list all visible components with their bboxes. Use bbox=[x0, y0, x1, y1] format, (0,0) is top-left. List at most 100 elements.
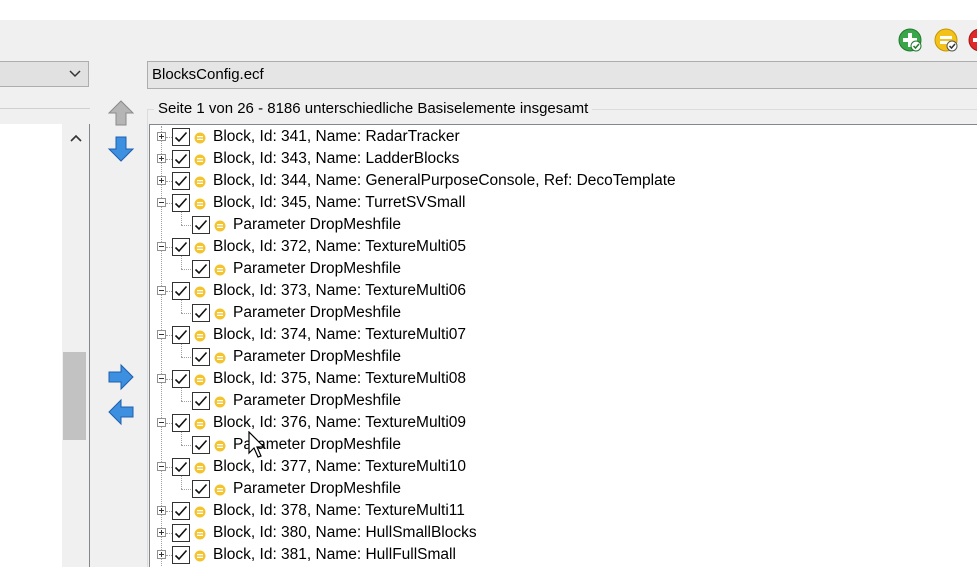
node-checkbox[interactable] bbox=[192, 304, 210, 322]
node-checkbox[interactable] bbox=[192, 436, 210, 454]
chevron-down-icon bbox=[69, 70, 81, 78]
node-label: Parameter DropMeshfile bbox=[233, 480, 401, 497]
element-status-icon bbox=[214, 483, 226, 496]
node-label: Block, Id: 341, Name: RadarTracker bbox=[213, 128, 460, 145]
tree-node-block[interactable]: Block, Id: 378, Name: TextureMulti11 bbox=[150, 500, 977, 522]
element-status-icon bbox=[194, 329, 206, 342]
blocks-tree[interactable]: Block, Id: 341, Name: RadarTracker Block,… bbox=[149, 124, 977, 567]
move-left-arrow-icon[interactable] bbox=[106, 397, 136, 427]
move-right-arrow-icon[interactable] bbox=[106, 362, 136, 392]
element-status-icon bbox=[214, 439, 226, 452]
move-up-arrow-icon[interactable] bbox=[106, 98, 136, 128]
node-checkbox[interactable] bbox=[172, 172, 190, 190]
tree-node-block[interactable]: Block, Id: 344, Name: GeneralPurposeCons… bbox=[150, 170, 977, 192]
node-label: Block, Id: 345, Name: TurretSVSmall bbox=[213, 194, 466, 211]
tree-node-block[interactable]: Block, Id: 341, Name: RadarTracker bbox=[150, 126, 977, 148]
tree-node-block[interactable]: Block, Id: 376, Name: TextureMulti09 bbox=[150, 412, 977, 445]
expand-toggle-icon[interactable] bbox=[157, 132, 166, 141]
node-label: Block, Id: 377, Name: TextureMulti10 bbox=[213, 458, 467, 475]
tree-connector bbox=[181, 225, 191, 226]
tree-node-block[interactable]: Block, Id: 380, Name: HullSmallBlocks bbox=[150, 522, 977, 544]
tree-node-block[interactable]: Block, Id: 381, Name: HullFullSmall bbox=[150, 544, 977, 566]
node-checkbox[interactable] bbox=[172, 414, 190, 432]
move-down-arrow-icon[interactable] bbox=[106, 134, 136, 164]
node-checkbox[interactable] bbox=[192, 216, 210, 234]
tree-child-line bbox=[181, 214, 182, 225]
scrollbar-thumb[interactable] bbox=[63, 352, 86, 440]
add-icon[interactable] bbox=[898, 28, 922, 52]
element-status-icon bbox=[194, 197, 206, 210]
tree-node-block[interactable]: Block, Id: 375, Name: TextureMulti08 bbox=[150, 368, 977, 401]
left-scrollbar[interactable] bbox=[63, 124, 89, 567]
element-status-icon bbox=[194, 549, 206, 562]
expand-toggle-icon[interactable] bbox=[157, 506, 166, 515]
node-label: Block, Id: 373, Name: TextureMulti06 bbox=[213, 282, 467, 299]
tree-node-block[interactable]: Block, Id: 373, Name: TextureMulti06 bbox=[150, 280, 977, 313]
element-status-icon bbox=[194, 417, 206, 430]
edit-icon[interactable] bbox=[934, 28, 958, 52]
element-status-icon bbox=[194, 461, 206, 474]
scroll-up-icon[interactable] bbox=[69, 132, 83, 144]
tree-node-parameter[interactable]: Parameter DropMeshfile bbox=[150, 434, 977, 456]
node-checkbox[interactable] bbox=[172, 326, 190, 344]
node-label: Block, Id: 343, Name: LadderBlocks bbox=[213, 150, 460, 167]
node-label: Parameter DropMeshfile bbox=[233, 436, 401, 453]
tree-child-line bbox=[181, 346, 182, 357]
tree-node-parameter[interactable]: Parameter DropMeshfile bbox=[150, 214, 977, 236]
node-checkbox[interactable] bbox=[172, 194, 190, 212]
node-checkbox[interactable] bbox=[172, 546, 190, 564]
node-checkbox[interactable] bbox=[172, 458, 190, 476]
group-border-left bbox=[147, 109, 148, 567]
element-status-icon bbox=[194, 505, 206, 518]
tree-node-parameter[interactable]: Parameter DropMeshfile bbox=[150, 258, 977, 280]
collapse-toggle-icon[interactable] bbox=[157, 330, 166, 339]
close-icon[interactable] bbox=[968, 28, 977, 52]
element-status-icon bbox=[214, 395, 226, 408]
node-checkbox[interactable] bbox=[172, 282, 190, 300]
node-label: Block, Id: 378, Name: TextureMulti11 bbox=[213, 502, 465, 519]
node-checkbox[interactable] bbox=[172, 150, 190, 168]
node-checkbox[interactable] bbox=[172, 238, 190, 256]
expand-toggle-icon[interactable] bbox=[157, 528, 166, 537]
expand-toggle-icon[interactable] bbox=[157, 154, 166, 163]
collapse-toggle-icon[interactable] bbox=[157, 286, 166, 295]
tree-node-block[interactable]: Block, Id: 377, Name: TextureMulti10 bbox=[150, 456, 977, 489]
collapse-toggle-icon[interactable] bbox=[157, 198, 166, 207]
element-status-icon bbox=[194, 241, 206, 254]
collapse-toggle-icon[interactable] bbox=[157, 374, 166, 383]
tree-connector bbox=[181, 313, 191, 314]
expand-toggle-icon[interactable] bbox=[157, 550, 166, 559]
tree-node-block[interactable]: Block, Id: 374, Name: TextureMulti07 bbox=[150, 324, 977, 357]
tree-node-block[interactable]: Block, Id: 345, Name: TurretSVSmall bbox=[150, 192, 977, 225]
top-strip bbox=[0, 0, 977, 20]
node-checkbox[interactable] bbox=[172, 370, 190, 388]
node-checkbox[interactable] bbox=[172, 524, 190, 542]
tree-node-parameter[interactable]: Parameter DropMeshfile bbox=[150, 390, 977, 412]
node-label: Parameter DropMeshfile bbox=[233, 260, 401, 277]
collapse-toggle-icon[interactable] bbox=[157, 242, 166, 251]
collapse-toggle-icon[interactable] bbox=[157, 418, 166, 427]
node-checkbox[interactable] bbox=[192, 260, 210, 278]
left-dropdown[interactable] bbox=[0, 61, 89, 87]
tree-child-line bbox=[181, 258, 182, 269]
node-label: Block, Id: 375, Name: TextureMulti08 bbox=[213, 370, 467, 387]
element-status-icon bbox=[194, 527, 206, 540]
tree-node-parameter[interactable]: Parameter DropMeshfile bbox=[150, 346, 977, 368]
node-checkbox[interactable] bbox=[192, 480, 210, 498]
tree-child-line bbox=[181, 302, 182, 313]
tree-node-parameter[interactable]: Parameter DropMeshfile bbox=[150, 478, 977, 500]
tree-node-block[interactable]: Block, Id: 343, Name: LadderBlocks bbox=[150, 148, 977, 170]
toolbar bbox=[0, 20, 977, 60]
expand-toggle-icon[interactable] bbox=[157, 176, 166, 185]
tree-node-block[interactable]: Block, Id: 372, Name: TextureMulti05 bbox=[150, 236, 977, 269]
node-label: Block, Id: 372, Name: TextureMulti05 bbox=[213, 238, 467, 255]
tree-child-line bbox=[181, 434, 182, 445]
node-checkbox[interactable] bbox=[192, 392, 210, 410]
node-label: Block, Id: 376, Name: TextureMulti09 bbox=[213, 414, 467, 431]
node-checkbox[interactable] bbox=[172, 128, 190, 146]
collapse-toggle-icon[interactable] bbox=[157, 462, 166, 471]
node-checkbox[interactable] bbox=[172, 502, 190, 520]
tree-node-parameter[interactable]: Parameter DropMeshfile bbox=[150, 302, 977, 324]
node-checkbox[interactable] bbox=[192, 348, 210, 366]
config-file-dropdown[interactable]: BlocksConfig.ecf bbox=[147, 61, 977, 89]
